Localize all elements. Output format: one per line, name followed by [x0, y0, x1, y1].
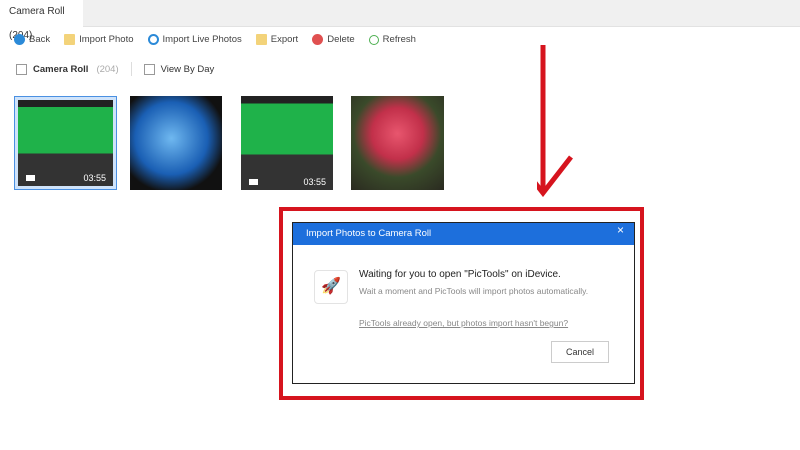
toolbar: Back Import Photo Import Live Photos Exp… [14, 34, 416, 45]
refresh-label: Refresh [382, 34, 416, 45]
export-label: Export [270, 34, 299, 45]
delete-icon [312, 34, 324, 45]
dialog-subtext: Wait a moment and PicTools will import p… [359, 286, 589, 296]
annotation-arrow-icon [537, 45, 573, 197]
refresh-button[interactable]: Refresh [368, 34, 416, 45]
close-icon[interactable]: × [617, 219, 624, 241]
folder-import-icon [64, 34, 76, 45]
duration: 03:55 [303, 177, 326, 187]
export-button[interactable]: Export [255, 34, 299, 45]
dialog-heading: Waiting for you to open "PicTools" on iD… [359, 269, 561, 280]
filter-bar: Camera Roll (204) View By Day [16, 62, 214, 76]
import-dialog: Import Photos to Camera Roll × 🚀 Waiting… [292, 222, 635, 384]
thumbnail-video-1[interactable]: 03:55 [14, 96, 117, 190]
rocket-icon: 🚀 [314, 270, 348, 304]
duration: 03:55 [83, 173, 106, 183]
back-label: Back [29, 34, 51, 45]
camera-roll-checkbox[interactable] [16, 63, 27, 75]
thumbnail-photo-1[interactable] [130, 96, 222, 190]
divider [130, 62, 132, 76]
tab-camera-roll[interactable]: Camera Roll (204) [0, 0, 83, 41]
view-by-day-checkbox[interactable] [143, 63, 155, 75]
delete-button[interactable]: Delete [312, 34, 355, 45]
tab-bar: Camera Roll (204) [0, 0, 800, 41]
refresh-icon [368, 34, 379, 45]
video-camera-icon [249, 179, 258, 185]
camera-roll-count: (204) [96, 63, 119, 75]
camera-roll-label: Camera Roll [33, 63, 89, 75]
video-camera-icon [26, 175, 35, 181]
import-photo-label: Import Photo [79, 34, 134, 45]
thumbnail-video-2[interactable]: 03:55 [241, 96, 333, 190]
cancel-button[interactable]: Cancel [551, 341, 609, 363]
export-icon [255, 34, 267, 45]
thumbnail-rose-photo[interactable] [351, 96, 444, 190]
import-photo-button[interactable]: Import Photo [64, 34, 134, 45]
delete-label: Delete [327, 34, 355, 45]
import-live-label: Import Live Photos [162, 34, 242, 45]
live-photo-icon [147, 34, 159, 45]
dialog-title: Import Photos to Camera Roll [306, 228, 432, 239]
view-by-day-label: View By Day [160, 63, 215, 75]
dialog-header: Import Photos to Camera Roll × [293, 223, 634, 245]
video-frame: 03:55 [18, 100, 113, 186]
import-live-photos-button[interactable]: Import Live Photos [147, 34, 242, 45]
back-button[interactable]: Back [14, 34, 50, 45]
back-arrow-icon [14, 34, 25, 45]
help-link[interactable]: PicTools already open, but photos import… [359, 318, 568, 328]
